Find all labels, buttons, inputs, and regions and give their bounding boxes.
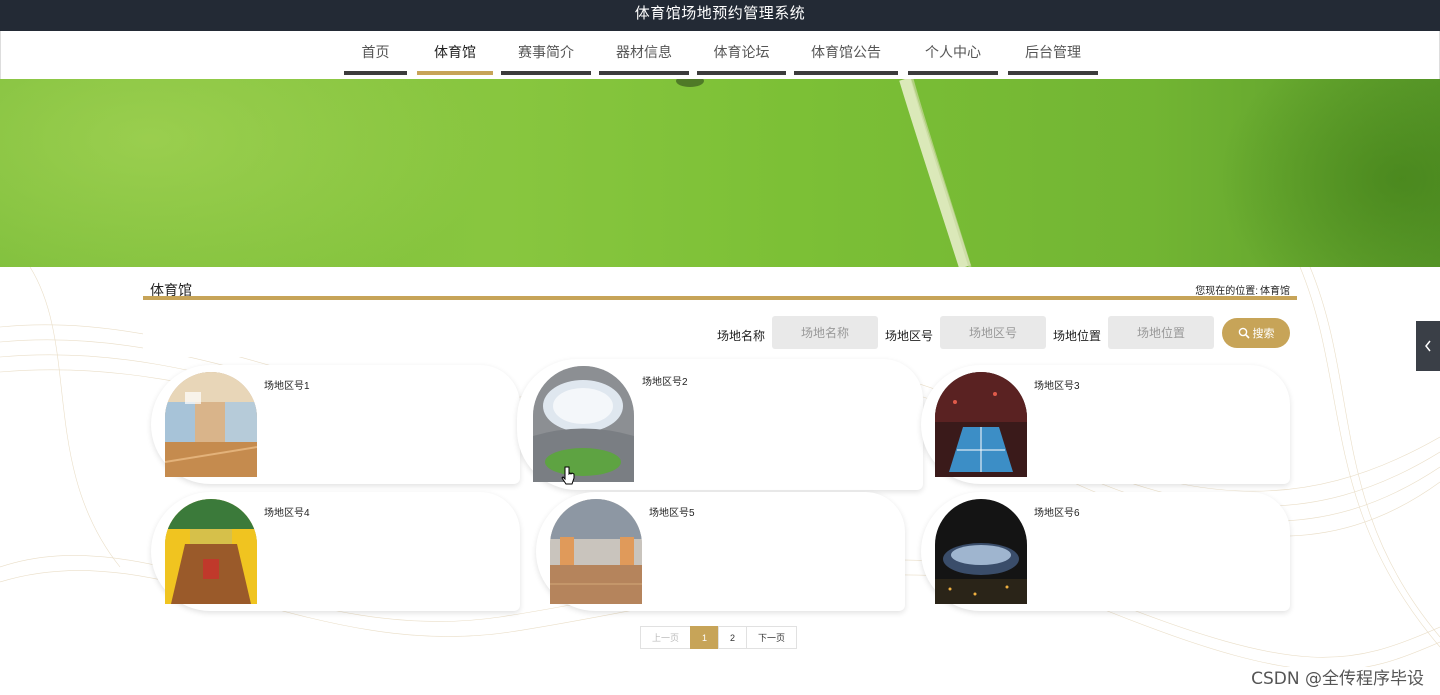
venue-card-1[interactable]: 场地区号1: [151, 365, 520, 484]
stadium-dome-image: [533, 366, 634, 482]
venue-thumbnail[interactable]: [935, 499, 1027, 604]
search-button-label: 搜索: [1252, 328, 1275, 340]
field-name-label: 场地名称: [717, 329, 766, 343]
page-button-2[interactable]: 2: [718, 626, 747, 649]
field-location-input[interactable]: [1108, 316, 1214, 349]
nav-item-label: 个人中心: [925, 44, 981, 60]
venue-thumbnail[interactable]: [165, 372, 257, 477]
venue-thumbnail[interactable]: [165, 499, 257, 604]
venue-card-name[interactable]: 场地区号4: [264, 504, 310, 519]
venue-thumbnail[interactable]: [550, 499, 642, 604]
prev-page-button[interactable]: 上一页: [640, 626, 691, 649]
nav-item-profile[interactable]: 个人中心: [908, 31, 998, 75]
banner-grass-blade: [676, 79, 972, 267]
nav-item-label: 体育馆公告: [811, 44, 881, 60]
search-icon: [1238, 327, 1250, 339]
venue-thumbnail[interactable]: [533, 366, 634, 482]
venue-card-3[interactable]: 场地区号3: [921, 365, 1290, 484]
venue-card-name[interactable]: 场地区号6: [1034, 504, 1080, 519]
nav-item-label: 赛事简介: [518, 44, 574, 60]
nav-item-label: 首页: [361, 44, 390, 60]
nav-item-announcements[interactable]: 体育馆公告: [794, 31, 898, 75]
nav-item-forum[interactable]: 体育论坛: [697, 31, 786, 75]
nav-item-label: 体育论坛: [713, 44, 770, 60]
breadcrumb-current[interactable]: 体育馆: [1260, 282, 1290, 297]
venue-card-6[interactable]: 场地区号6: [921, 492, 1290, 611]
app-header: 体育馆场地预约管理系统: [0, 0, 1440, 31]
stadium-night-image: [935, 499, 1027, 604]
indoor-hall-image: [550, 499, 642, 604]
field-zone-label: 场地区号: [885, 329, 934, 343]
venue-card-4[interactable]: 场地区号4: [151, 492, 520, 611]
watermark-text: CSDN @全传程序毕设: [1251, 669, 1424, 689]
page-button-1[interactable]: 1: [690, 626, 719, 649]
venue-card-name[interactable]: 场地区号2: [642, 373, 688, 388]
next-page-button[interactable]: 下一页: [746, 626, 797, 649]
nav-item-label: 器材信息: [616, 44, 672, 60]
mouse-cursor-icon: [561, 466, 575, 485]
venue-thumbnail[interactable]: [935, 372, 1027, 477]
breadcrumb-prefix: 您现在的位置:: [1195, 286, 1258, 297]
app-title: 体育馆场地预约管理系统: [634, 5, 806, 22]
colorful-arena-image: [165, 499, 257, 604]
venue-card-name[interactable]: 场地区号5: [649, 504, 695, 519]
arena-court-image: [935, 372, 1027, 477]
nav-item-label: 后台管理: [1025, 44, 1081, 60]
nav-item-gym[interactable]: 体育馆: [417, 31, 493, 75]
nav-item-events[interactable]: 赛事简介: [501, 31, 591, 75]
breadcrumb: 您现在的位置: 体育馆: [1195, 282, 1290, 297]
hero-banner: [0, 79, 1440, 267]
chevron-left-icon: [1425, 340, 1431, 352]
field-name-input[interactable]: [772, 316, 878, 349]
venue-card-5[interactable]: 场地区号5: [536, 492, 905, 611]
pagination: 上一页 1 2 下一页: [640, 626, 797, 649]
nav-item-label: 体育馆: [434, 44, 476, 60]
field-location-label: 场地位置: [1053, 329, 1102, 343]
venue-card-2[interactable]: 场地区号2: [517, 359, 923, 490]
field-zone-input[interactable]: [940, 316, 1046, 349]
side-panel-toggle[interactable]: [1416, 321, 1440, 371]
main-nav: 首页 体育馆 赛事简介 器材信息 体育论坛 体育馆公告 个人中心 后台管理: [0, 31, 1440, 79]
nav-item-admin[interactable]: 后台管理: [1008, 31, 1098, 75]
indoor-gym-image: [165, 372, 257, 477]
search-button[interactable]: 搜索: [1222, 318, 1290, 348]
venue-card-name[interactable]: 场地区号1: [264, 377, 310, 392]
venue-card-name[interactable]: 场地区号3: [1034, 377, 1080, 392]
nav-item-home[interactable]: 首页: [344, 31, 407, 75]
nav-item-equipment[interactable]: 器材信息: [599, 31, 689, 75]
